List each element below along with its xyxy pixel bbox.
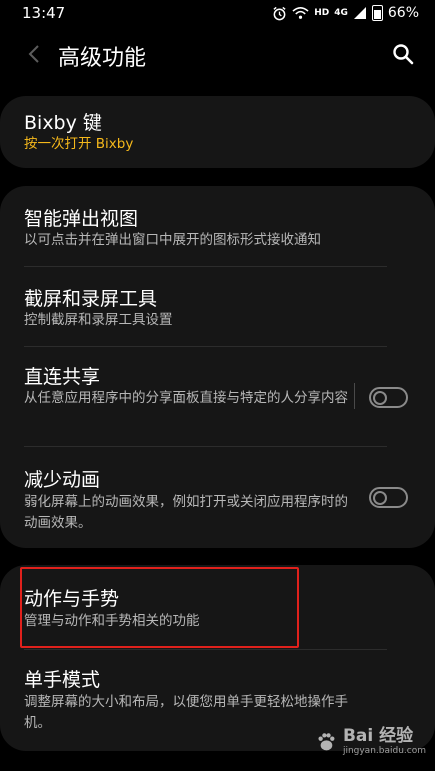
watermark-sub: jingyan.baidu.com	[342, 746, 426, 756]
status-bar: 13:47 HD 4G 66%	[0, 0, 435, 26]
setting-title: 减少动画	[24, 469, 101, 491]
paw-icon	[318, 733, 335, 751]
settings-card-bixby: Bixby 键 按一次打开 Bixby	[0, 96, 435, 168]
reduce-animation-toggle[interactable]	[369, 487, 408, 508]
setting-subtitle: 调整屏幕的大小和布局，以便您用单手更轻松地操作手机。	[24, 694, 348, 731]
setting-row-screenshot-tools[interactable]: 截屏和录屏工具 控制截屏和录屏工具设置	[0, 267, 435, 346]
toggle-knob	[373, 390, 387, 405]
page-title: 高级功能	[58, 46, 147, 71]
network-label: 4G	[334, 8, 348, 18]
watermark-text: Bai 经验 jingyan.baidu.com	[343, 728, 426, 756]
setting-subtitle: 从任意应用程序中的分享面板直接与特定的人分享内容	[24, 390, 348, 406]
direct-share-toggle[interactable]	[369, 387, 408, 408]
search-icon[interactable]	[391, 42, 415, 66]
watermark-main: Bai 经验	[342, 726, 414, 746]
setting-row-direct-share[interactable]: 直连共享 从任意应用程序中的分享面板直接与特定的人分享内容	[0, 347, 435, 446]
watermark: Bai 经验 jingyan.baidu.com	[314, 720, 426, 764]
toggle-knob	[373, 490, 387, 505]
setting-title: 截屏和录屏工具	[24, 288, 158, 310]
signal-icon	[353, 7, 366, 19]
setting-title: 单手模式	[24, 669, 101, 691]
wifi-icon	[292, 7, 309, 19]
setting-row-reduce-animation[interactable]: 减少动画 弱化屏幕上的动画效果，例如打开或关闭应用程序时的动画效果。	[0, 447, 435, 547]
settings-card-features: 智能弹出视图 以可点击并在弹出窗口中展开的图标形式接收通知 截屏和录屏工具 控制…	[0, 186, 435, 548]
battery-icon	[371, 5, 383, 21]
status-time: 13:47	[22, 4, 66, 22]
app-header: 高级功能	[0, 34, 435, 76]
setting-subtitle: 按一次打开 Bixby	[24, 136, 134, 152]
setting-row-bixby-key[interactable]: Bixby 键 按一次打开 Bixby	[0, 96, 435, 168]
setting-title: Bixby 键	[24, 112, 102, 134]
status-icons: HD 4G 66%	[272, 5, 419, 21]
hd-label: HD	[314, 8, 330, 18]
setting-subtitle: 弱化屏幕上的动画效果，例如打开或关闭应用程序时的动画效果。	[24, 494, 348, 531]
chevron-left-icon[interactable]	[22, 42, 46, 66]
setting-subtitle: 以可点击并在弹出窗口中展开的图标形式接收通知	[24, 232, 321, 248]
setting-subtitle: 控制截屏和录屏工具设置	[24, 312, 173, 328]
vertical-divider	[354, 383, 355, 409]
setting-title: 直连共享	[24, 366, 101, 388]
setting-row-smart-popup[interactable]: 智能弹出视图 以可点击并在弹出窗口中展开的图标形式接收通知	[0, 186, 435, 266]
alarm-icon	[273, 6, 286, 20]
setting-title: 智能弹出视图	[24, 208, 139, 230]
battery-percent: 66%	[387, 5, 419, 21]
highlight-box	[20, 567, 299, 648]
